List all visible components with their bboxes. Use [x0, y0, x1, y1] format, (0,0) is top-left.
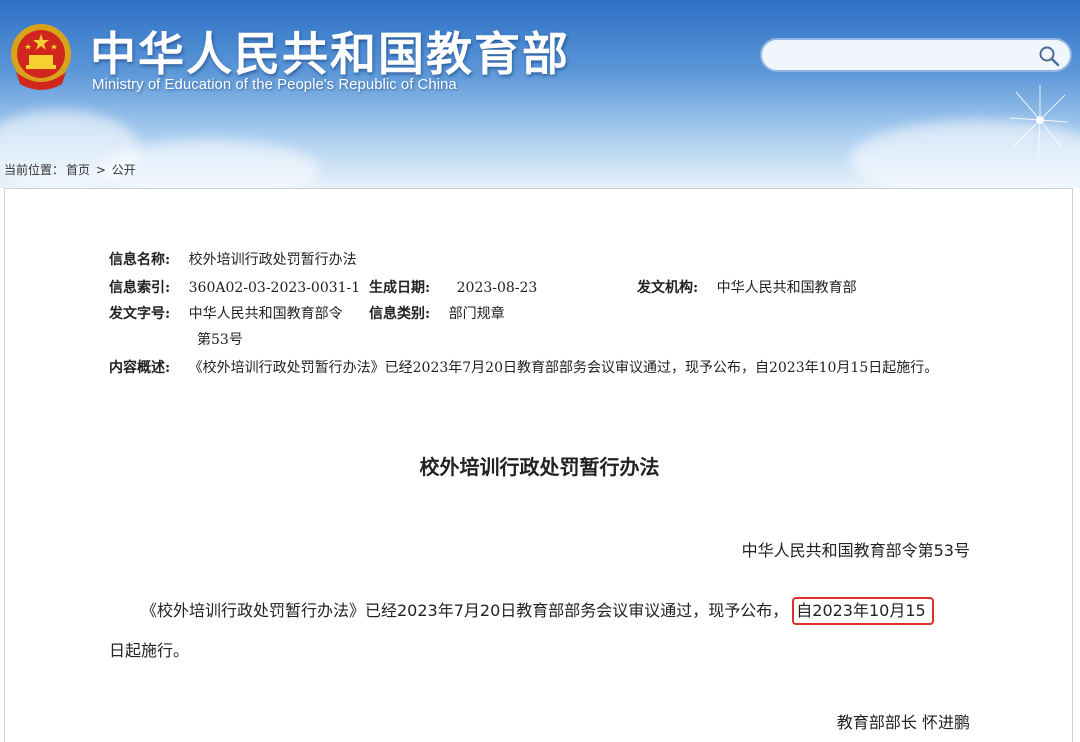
site-title[interactable]: 中华人民共和国教育部 — [90, 18, 570, 84]
decree-number: 中华人民共和国教育部令第53号 — [741, 541, 970, 560]
meta-date-value: 2023-08-23 — [456, 280, 538, 296]
document-body-line2: 日起施行。 — [109, 641, 190, 660]
breadcrumb-home-link[interactable]: 首页 — [66, 163, 90, 177]
meta-date-label: 生成日期: — [369, 280, 431, 296]
breadcrumb-current-link[interactable]: 公开 — [112, 163, 136, 177]
meta-category-value: 部门规章 — [448, 306, 505, 322]
site-header: 中华人民共和国教育部 Ministry of Education of the … — [0, 0, 1080, 188]
meta-summary-value: 《校外培训行政处罚暂行办法》已经2023年7月20日教育部部务会议审议通过，现予… — [188, 360, 939, 376]
document-title: 校外培训行政处罚暂行办法 — [419, 455, 660, 479]
meta-summary-label: 内容概述: — [109, 360, 171, 376]
meta-docno-value-line2: 第53号 — [197, 332, 243, 348]
article-panel: 信息名称: 校外培训行政处罚暂行办法 信息索引: 360A02-03-2023-… — [4, 188, 1073, 742]
dandelion-decoration-icon — [1009, 85, 1069, 159]
site-subtitle: Ministry of Education of the People's Re… — [92, 76, 457, 93]
meta-name-label: 信息名称: — [109, 252, 171, 268]
meta-index-value: 360A02-03-2023-0031-1 — [188, 280, 361, 296]
meta-docno-value: 中华人民共和国教育部令 — [188, 306, 343, 322]
search-icon[interactable] — [1038, 45, 1060, 67]
minister-signature: 教育部部长 怀进鹏 — [836, 713, 970, 732]
meta-docno-label: 发文字号: — [109, 306, 171, 322]
breadcrumb: 当前位置： 首页 > 公开 — [4, 161, 138, 178]
meta-issuer-label: 发文机构: — [637, 280, 699, 296]
document-body-line1: 《校外培训行政处罚暂行办法》已经2023年7月20日教育部部务会议审议通过，现予… — [109, 597, 934, 625]
meta-index-label: 信息索引: — [109, 280, 171, 296]
breadcrumb-label: 当前位置： — [4, 163, 65, 177]
breadcrumb-separator: > — [95, 163, 106, 177]
meta-name-value: 校外培训行政处罚暂行办法 — [188, 252, 357, 268]
national-emblem-icon[interactable] — [8, 22, 74, 94]
meta-issuer-value: 中华人民共和国教育部 — [716, 280, 857, 296]
body-text-part1: 《校外培训行政处罚暂行办法》已经2023年7月20日教育部部务会议审议通过，现予… — [141, 601, 789, 620]
search-input[interactable] — [760, 38, 1072, 72]
highlighted-effective-date: 自2023年10月15 — [792, 597, 934, 625]
meta-category-label: 信息类别: — [369, 306, 431, 322]
